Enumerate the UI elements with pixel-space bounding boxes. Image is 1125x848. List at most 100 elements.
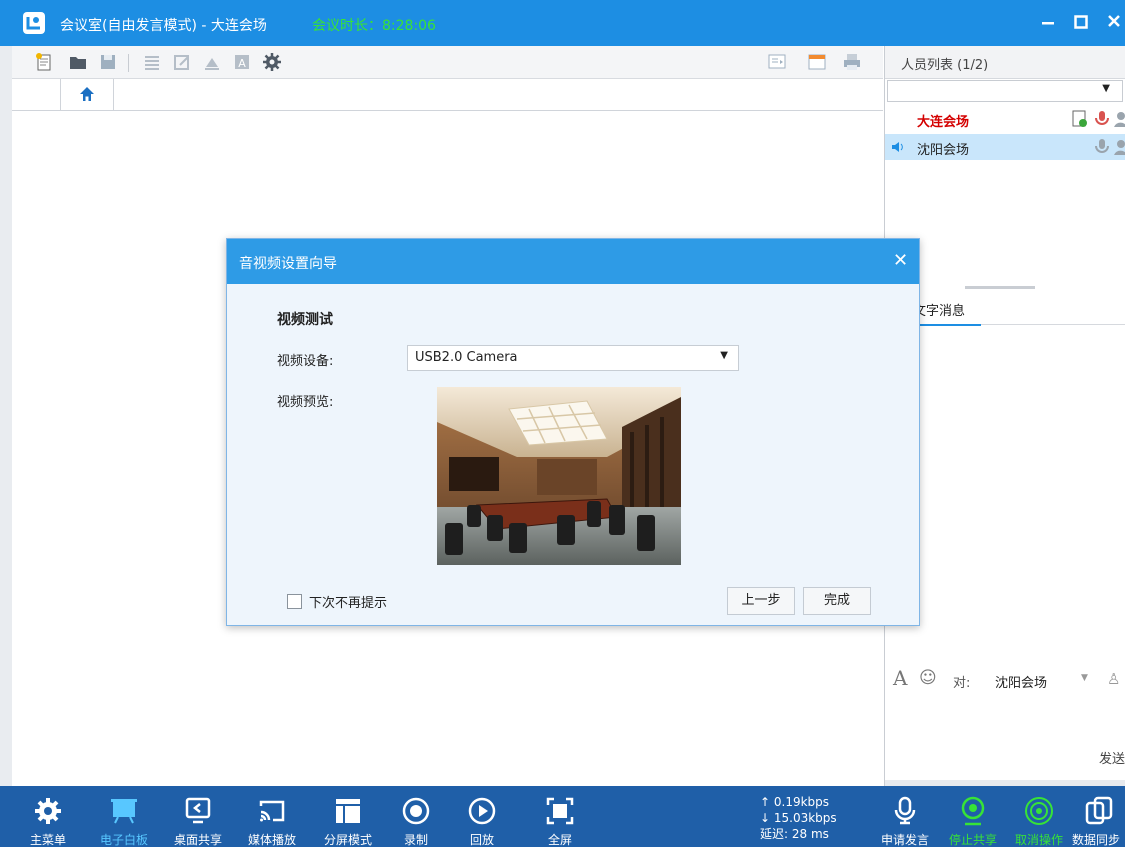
whiteboard-label: 电子白板	[99, 833, 148, 847]
text-tool-icon[interactable]: A	[232, 52, 252, 72]
tab-text-messages[interactable]: 文字消息	[913, 300, 981, 326]
data-sync-label: 数据同步	[1072, 833, 1121, 847]
latency: 延迟: 28 ms	[760, 827, 829, 841]
splitter-handle[interactable]	[965, 286, 1035, 289]
playback-label: 回放	[469, 833, 494, 847]
font-icon[interactable]: A	[893, 666, 907, 690]
request-speak-label: 申请发言	[880, 833, 929, 847]
emoji-icon[interactable]: ☺	[919, 668, 937, 688]
main-menu-button[interactable]: 主菜单	[16, 786, 80, 847]
cancel-operation-button[interactable]: 取消操作	[1006, 786, 1072, 847]
minimize-icon	[1042, 22, 1054, 25]
user-select-icon[interactable]: ♙	[1107, 670, 1120, 688]
right-panel: 人员列表 (1/2) ▼ 大连会场 沈阳会场 文字消息 A ☺ 对: 沈阳会场 …	[884, 46, 1125, 786]
cast-icon	[259, 800, 285, 822]
stop-share-button[interactable]: 停止共享	[940, 786, 1006, 847]
user-icon	[1114, 112, 1125, 127]
dialog-title-bar: 音视频设置向导 ✕	[227, 239, 919, 284]
participant-name: 大连会场	[917, 115, 970, 130]
page-tab-row	[12, 79, 883, 111]
video-device-select[interactable]: USB2.0 Camera ▼	[407, 345, 739, 371]
video-device-value: USB2.0 Camera	[415, 350, 518, 365]
split-screen-icon	[336, 799, 360, 823]
finish-button[interactable]: 完成	[803, 587, 871, 615]
window-layout-icon[interactable]	[807, 52, 827, 72]
chat-toolbar: A ☺ 对: 沈阳会场 ▼ ♙	[885, 664, 1125, 694]
media-play-label: 媒体播放	[247, 833, 296, 847]
list-icon[interactable]	[142, 52, 162, 72]
webcam-icon	[961, 796, 985, 826]
request-speak-button[interactable]: 申请发言	[872, 786, 938, 847]
network-stats: ↑ 0.19kbps ↓ 15.03kbps 延迟: 28 ms	[760, 794, 837, 842]
print-icon[interactable]	[842, 52, 862, 72]
media-play-button[interactable]: 媒体播放	[240, 786, 304, 847]
dialog-close-button[interactable]: ✕	[893, 250, 908, 271]
dialog-title: 音视频设置向导	[239, 256, 337, 272]
participant-list-header: 人员列表 (1/2)	[885, 46, 1125, 79]
stop-share-label: 停止共享	[948, 833, 997, 847]
minimize-button[interactable]	[1037, 11, 1059, 33]
user-icon	[1114, 140, 1125, 155]
participant-list-title: 人员列表 (1/2)	[901, 58, 989, 73]
data-sync-button[interactable]: 数据同步	[1072, 786, 1125, 847]
chevron-down-icon: ▼	[1102, 83, 1110, 94]
dont-show-again-label[interactable]: 下次不再提示	[309, 592, 387, 611]
close-icon	[1108, 15, 1120, 27]
open-folder-icon[interactable]	[68, 52, 88, 72]
main-menu-label: 主菜单	[29, 833, 66, 847]
save-icon[interactable]	[98, 52, 118, 72]
settings-gear-icon[interactable]	[262, 52, 282, 72]
close-window-button[interactable]	[1103, 11, 1125, 33]
new-page-icon[interactable]	[34, 52, 54, 72]
microphone-icon[interactable]	[1093, 138, 1111, 156]
desktop-share-button[interactable]: 桌面共享	[166, 786, 230, 847]
app-logo-icon	[23, 12, 45, 34]
left-collapse-strip[interactable]	[0, 46, 12, 786]
split-screen-label: 分屏模式	[323, 833, 372, 847]
cancel-operation-label: 取消操作	[1014, 833, 1063, 847]
maximize-icon	[1074, 15, 1088, 29]
fullscreen-button[interactable]: 全屏	[530, 786, 590, 847]
video-device-label: 视频设备:	[277, 354, 334, 369]
participant-filter-select[interactable]: ▼	[887, 80, 1123, 102]
document-share-icon[interactable]	[1071, 110, 1089, 128]
eraser-icon[interactable]	[202, 52, 222, 72]
chevron-down-icon: ▼	[720, 350, 728, 361]
home-icon	[80, 87, 94, 101]
whiteboard-icon	[111, 799, 137, 824]
maximize-button[interactable]	[1070, 11, 1092, 33]
sync-copy-icon	[1085, 796, 1112, 825]
participant-row[interactable]: 沈阳会场	[885, 134, 1125, 160]
edit-icon[interactable]	[172, 52, 192, 72]
record-button[interactable]: 录制	[386, 786, 446, 847]
upload-rate: ↑ 0.19kbps	[760, 795, 830, 809]
dont-show-again-checkbox[interactable]	[287, 594, 302, 609]
previous-step-button[interactable]: 上一步	[727, 587, 795, 615]
record-label: 录制	[403, 833, 428, 847]
chat-to-label: 对:	[953, 676, 971, 691]
fullscreen-icon	[546, 797, 574, 825]
video-preview-image	[437, 387, 681, 565]
fullscreen-label: 全屏	[547, 833, 572, 847]
mic-muted-icon[interactable]	[1093, 110, 1111, 128]
send-button[interactable]: 发送	[1099, 748, 1125, 767]
svg-text:A: A	[238, 57, 246, 70]
video-preview-label: 视频预览:	[277, 395, 334, 410]
playback-button[interactable]: 回放	[452, 786, 512, 847]
participant-row[interactable]: 大连会场	[885, 106, 1125, 132]
gear-icon	[35, 798, 61, 824]
split-screen-button[interactable]: 分屏模式	[316, 786, 380, 847]
desktop-share-label: 桌面共享	[173, 833, 222, 847]
whiteboard-button[interactable]: 电子白板	[92, 786, 156, 847]
chevron-down-icon[interactable]: ▼	[1081, 673, 1088, 683]
participant-name: 沈阳会场	[917, 143, 970, 158]
chat-recipient-select[interactable]: 沈阳会场	[995, 672, 1047, 691]
toolbar-separator	[128, 54, 129, 72]
tab-home[interactable]	[60, 79, 114, 110]
title-bar: 会议室(自由发言模式) - 大连会场 会议时长：8:28:06	[0, 0, 1125, 46]
microphone-icon	[894, 796, 916, 825]
meeting-duration: 会议时长：8:28:06	[312, 18, 436, 34]
whiteboard-toolbar: A	[12, 46, 883, 79]
desktop-share-icon	[185, 797, 211, 824]
slideshow-icon[interactable]	[767, 52, 787, 72]
